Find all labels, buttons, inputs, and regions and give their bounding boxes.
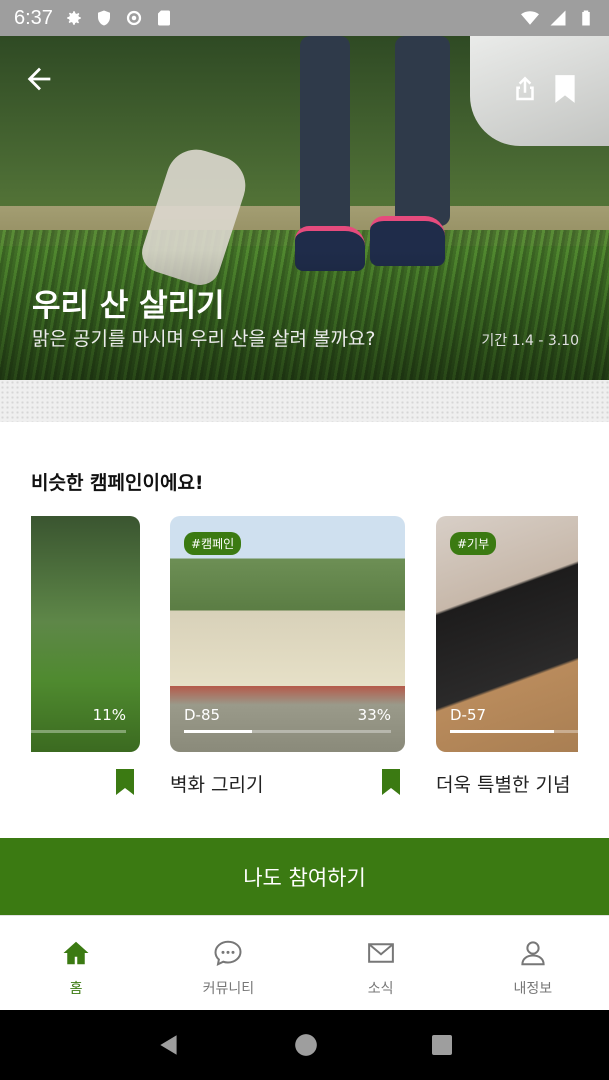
system-back-icon[interactable] — [156, 1032, 182, 1058]
campaign-tag: #기부 — [450, 532, 497, 555]
mail-icon — [367, 943, 394, 963]
campaign-progress-bar — [450, 730, 578, 733]
nav-item-news[interactable]: 소식 — [305, 916, 457, 1010]
nav-item-home[interactable]: 홈 — [0, 916, 152, 1010]
sync-icon — [126, 10, 142, 26]
sdcard-icon — [157, 10, 170, 26]
share-icon[interactable] — [510, 74, 540, 104]
campaign-progress-percent: 33% — [357, 706, 391, 724]
campaign-card[interactable]: #캠페인 D-85 33% — [170, 516, 405, 752]
settings-icon — [67, 11, 81, 25]
system-recents-icon[interactable] — [430, 1033, 454, 1057]
campaign-progress-percent: 11% — [92, 706, 126, 724]
campaign-progress-bar — [31, 730, 126, 733]
home-icon — [63, 941, 89, 965]
hero-banner: 우리 산 살리기 맑은 공기를 마시며 우리 산을 살려 볼까요? 기간 1.4… — [0, 36, 609, 380]
bookmark-icon[interactable] — [381, 768, 401, 796]
campaign-title: 우리 산 살리기 — [32, 288, 225, 324]
campaign-subtitle: 맑은 공기를 마시며 우리 산을 살려 볼까요? — [32, 328, 376, 350]
system-navigation-bar — [0, 1010, 609, 1080]
campaign-dday: D-57 — [450, 706, 487, 724]
status-time: 6:37 — [14, 6, 53, 29]
campaign-card[interactable]: #기부 D-57 — [436, 516, 578, 752]
campaign-progress-bar — [184, 730, 391, 733]
status-bar: 6:37 — [0, 0, 609, 36]
wifi-icon — [521, 11, 539, 25]
nav-label: 커뮤니티 — [202, 981, 255, 997]
nav-item-profile[interactable]: 내정보 — [457, 916, 609, 1010]
signal-icon — [550, 10, 566, 26]
nav-label: 홈 — [69, 981, 83, 997]
bottom-navigation: 홈 커뮤니티 소식 내정보 — [0, 915, 609, 1010]
section-divider — [0, 380, 609, 422]
bookmark-icon[interactable] — [552, 74, 578, 104]
campaign-card-title: 벽화 그리기 — [170, 774, 264, 796]
nav-label: 내정보 — [513, 981, 553, 997]
nav-item-community[interactable]: 커뮤니티 — [152, 916, 304, 1010]
bookmark-icon[interactable] — [115, 768, 135, 796]
campaign-period: 기간 1.4 - 3.10 — [481, 333, 579, 349]
campaign-card-title: 더욱 특별한 기념 — [436, 774, 571, 796]
back-arrow-icon[interactable] — [22, 62, 56, 96]
join-button[interactable]: 나도 참여하기 — [0, 838, 609, 915]
shield-icon — [97, 10, 110, 26]
system-home-icon[interactable] — [293, 1032, 319, 1058]
campaign-dday: D-85 — [184, 706, 221, 724]
chat-icon — [214, 940, 242, 966]
nav-label: 소식 — [367, 981, 394, 997]
similar-campaigns-carousel[interactable]: 11% #캠페인 D-85 33% #기부 D-57 벽화 그리기 더욱 특별한… — [31, 516, 578, 806]
campaign-tag: #캠페인 — [184, 532, 242, 555]
similar-campaigns-title: 비슷한 캠페인이에요! — [31, 472, 204, 494]
campaign-card[interactable]: 11% — [31, 516, 140, 752]
battery-icon — [582, 10, 590, 26]
person-icon — [521, 941, 545, 966]
